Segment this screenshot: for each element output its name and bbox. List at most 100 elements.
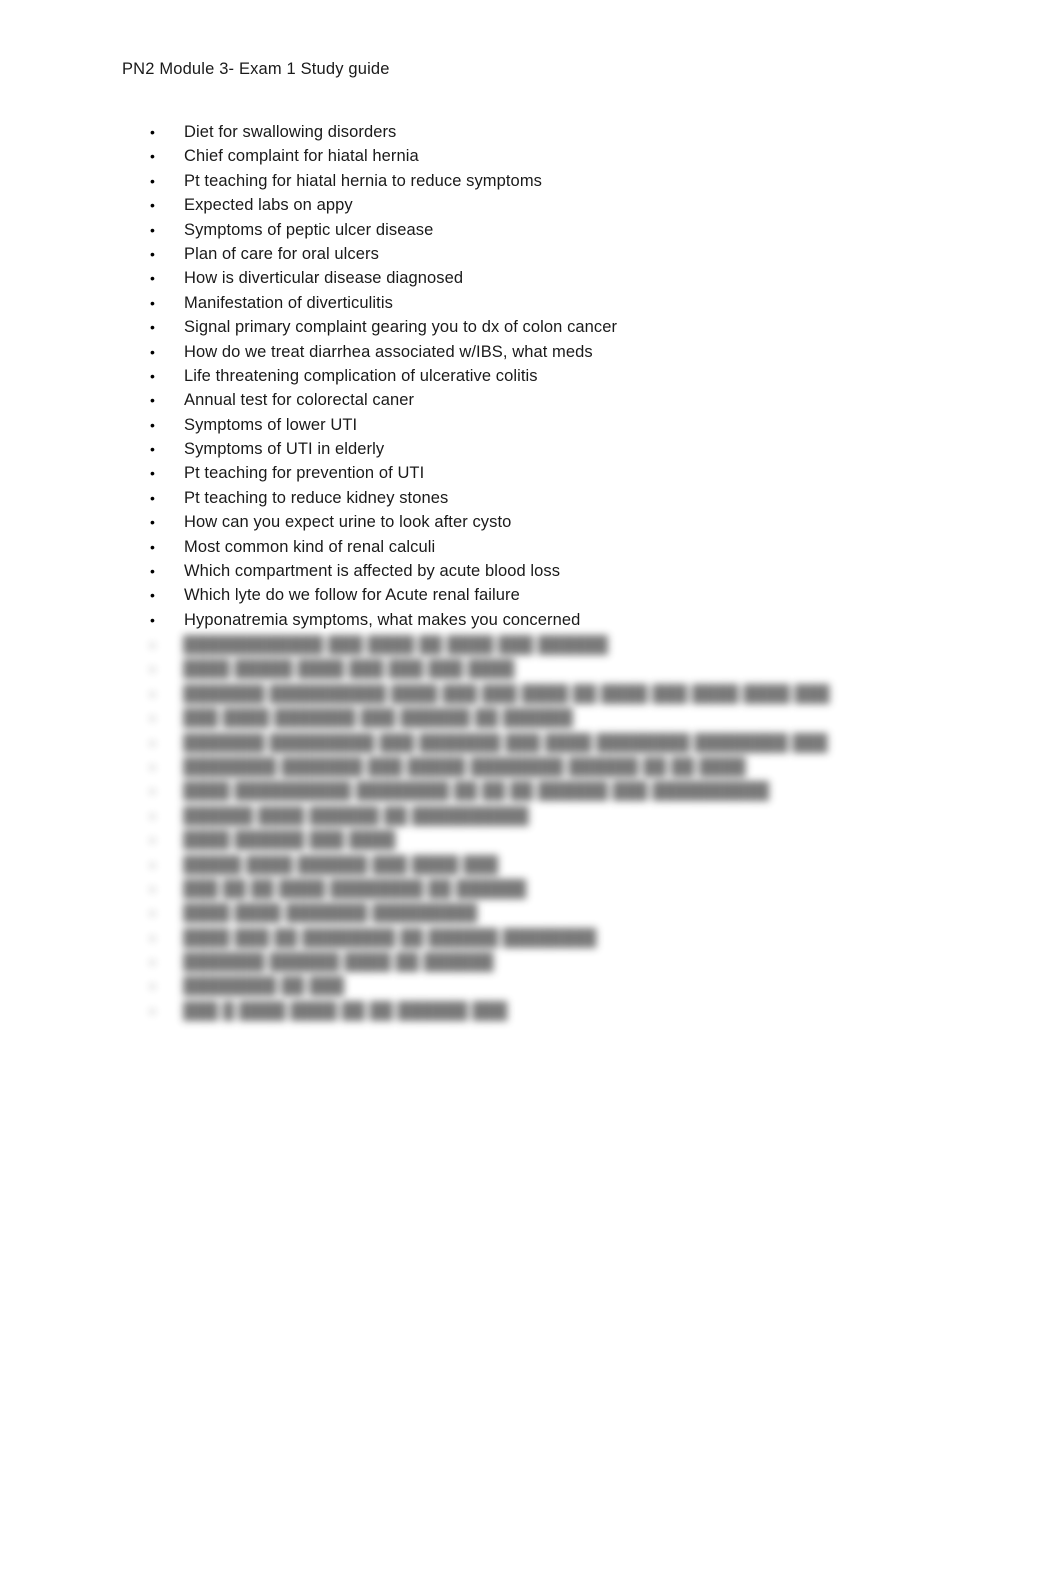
document-page: PN2 Module 3- Exam 1 Study guide • Diet … (0, 0, 1062, 1592)
bullet-icon: • (150, 856, 155, 873)
study-guide-list: • Diet for swallowing disorders • Chief … (150, 120, 950, 632)
list-item-label: Plan of care for oral ulcers (184, 244, 379, 263)
bullet-icon: • (150, 637, 155, 653)
bullet-icon: • (150, 978, 155, 995)
obscured-line-text: ████ ████ ███████ █████████ (183, 904, 478, 923)
obscured-line: • ██████ ████ ██████ ██ ██████████ (150, 804, 910, 828)
obscured-line-text: ████ ██████ ███ ████ (183, 831, 396, 850)
obscured-line: • ████ ████ ███████ █████████ (150, 901, 910, 925)
bullet-icon: • (150, 245, 155, 262)
obscured-line-text: ███████ ██████████ ████ ███ ███ ████ ██ … (183, 684, 830, 703)
list-item: • Most common kind of renal calculi (150, 535, 950, 559)
bullet-icon: • (150, 514, 155, 531)
list-item: • Symptoms of lower UTI (150, 413, 950, 437)
list-item-label: Hyponatremia symptoms, what makes you co… (184, 610, 581, 629)
bullet-icon: • (150, 710, 155, 727)
list-item-label: Which lyte do we follow for Acute renal … (184, 586, 520, 605)
obscured-line-text: ████████ ██ ███ (183, 977, 345, 996)
list-item-label: How do we treat diarrhea associated w/IB… (184, 342, 593, 361)
bullet-icon: • (150, 392, 155, 409)
obscured-line-text: ███████ ██████ ████ ██ ██████ (183, 953, 494, 972)
obscured-text-block: • ████████████ ███ ████ ██ ████ ███ ████… (150, 633, 910, 1023)
bullet-icon: • (150, 343, 155, 360)
obscured-line: • ███████ ██████████ ████ ███ ███ ████ █… (150, 682, 910, 706)
obscured-line: • ████████ ██ ███ (150, 974, 910, 998)
obscured-line: • ███████ ██████ ████ ██ ██████ (150, 950, 910, 974)
list-item-label: Chief complaint for hiatal hernia (184, 147, 419, 166)
bullet-icon: • (150, 367, 155, 384)
list-item-label: Symptoms of lower UTI (184, 415, 358, 434)
list-item: • Signal primary complaint gearing you t… (150, 315, 950, 339)
list-item-label: Annual test for colorectal caner (184, 391, 415, 410)
bullet-icon: • (150, 832, 155, 849)
bullet-icon: • (150, 783, 155, 800)
list-item: • Expected labs on appy (150, 193, 950, 217)
list-item: • How can you expect urine to look after… (150, 510, 950, 534)
list-item: • Symptoms of UTI in elderly (150, 437, 950, 461)
bullet-icon: • (150, 197, 155, 214)
bullet-icon: • (150, 685, 155, 702)
list-item: • Pt teaching for prevention of UTI (150, 461, 950, 485)
obscured-line-text: ███ █ ████ ████ ██ ██ ██████ ███ (183, 1001, 508, 1020)
list-item-label: Which compartment is affected by acute b… (184, 562, 561, 581)
bullet-icon: • (150, 661, 155, 678)
list-item: • Diet for swallowing disorders (150, 120, 950, 144)
obscured-line-text: ████ █████ ████ ███ ███ ███ ████ (183, 660, 515, 679)
bullet-icon: • (150, 880, 155, 897)
obscured-line: • ███ ██ ██ ████ ████████ ██ ██████ (150, 877, 910, 901)
list-item-label: Diet for swallowing disorders (184, 123, 397, 141)
bullet-icon: • (150, 758, 155, 775)
obscured-line-text: ███ ██ ██ ████ ████████ ██ ██████ (183, 879, 527, 898)
list-item: • Hyponatremia symptoms, what makes you … (150, 608, 950, 632)
list-item-label: Pt teaching for hiatal hernia to reduce … (184, 171, 542, 190)
list-item: • Annual test for colorectal caner (150, 388, 950, 412)
list-item-label: Pt teaching for prevention of UTI (184, 464, 425, 483)
obscured-line-text: ███████ █████████ ███ ███████ ███ ████ █… (183, 733, 828, 752)
bullet-icon: • (150, 221, 155, 238)
bullet-icon: • (150, 172, 155, 189)
list-item: • Pt teaching to reduce kidney stones (150, 486, 950, 510)
obscured-line-text: █████ ████ ██████ ███ ████ ███ (183, 855, 499, 874)
bullet-icon: • (150, 465, 155, 482)
list-item: • Which lyte do we follow for Acute rena… (150, 583, 950, 607)
list-item: • Life threatening complication of ulcer… (150, 364, 950, 388)
list-item: • How is diverticular disease diagnosed (150, 266, 950, 290)
obscured-line: • ███████ █████████ ███ ███████ ███ ████… (150, 731, 910, 755)
obscured-line-text: ███ ████ ███████ ███ ██████ ██ ██████ (183, 709, 573, 728)
bullet-icon: • (150, 1002, 155, 1019)
bullet-icon: • (150, 441, 155, 458)
list-item-label: How is diverticular disease diagnosed (184, 269, 464, 288)
bullet-icon: • (150, 807, 155, 824)
bullet-icon: • (150, 538, 155, 555)
obscured-line: • ████ █████ ████ ███ ███ ███ ████ (150, 657, 910, 681)
obscured-line-text: ████████████ ███ ████ ██ ████ ███ ██████ (183, 636, 608, 654)
obscured-line: • ███ ████ ███████ ███ ██████ ██ ██████ (150, 706, 910, 730)
obscured-line-text: ████████ ███████ ███ █████ ████████ ████… (183, 757, 746, 776)
list-item: • Which compartment is affected by acute… (150, 559, 950, 583)
list-item-label: Pt teaching to reduce kidney stones (184, 488, 449, 507)
list-item: • Plan of care for oral ulcers (150, 242, 950, 266)
list-item-label: Most common kind of renal calculi (184, 537, 436, 556)
bullet-icon: • (150, 954, 155, 971)
obscured-line-text: ██████ ████ ██████ ██ ██████████ (183, 806, 529, 825)
list-item-label: Symptoms of UTI in elderly (184, 440, 385, 459)
list-item-label: Symptoms of peptic ulcer disease (184, 220, 434, 239)
obscured-line: • ████████████ ███ ████ ██ ████ ███ ████… (150, 633, 910, 657)
bullet-icon: • (150, 734, 155, 751)
bullet-icon: • (150, 416, 155, 433)
bullet-icon: • (150, 124, 155, 140)
obscured-line: • ███ █ ████ ████ ██ ██ ██████ ███ (150, 999, 910, 1023)
list-item-label: Signal primary complaint gearing you to … (184, 318, 618, 337)
obscured-line: • ████ ██████████ ████████ ██ ██ ██ ████… (150, 779, 910, 803)
obscured-line: • ████████ ███████ ███ █████ ████████ ██… (150, 755, 910, 779)
bullet-icon: • (150, 905, 155, 922)
list-item-label: How can you expect urine to look after c… (184, 513, 512, 532)
bullet-icon: • (150, 294, 155, 311)
list-item-label: Expected labs on appy (184, 196, 353, 215)
bullet-icon: • (150, 929, 155, 946)
obscured-line-text: ████ ███ ██ ████████ ██ ██████ ████████ (183, 928, 597, 947)
bullet-icon: • (150, 148, 155, 165)
list-item-label: Manifestation of diverticulitis (184, 293, 393, 312)
bullet-icon: • (150, 611, 155, 628)
obscured-line-text: ████ ██████████ ████████ ██ ██ ██ ██████… (183, 782, 770, 801)
